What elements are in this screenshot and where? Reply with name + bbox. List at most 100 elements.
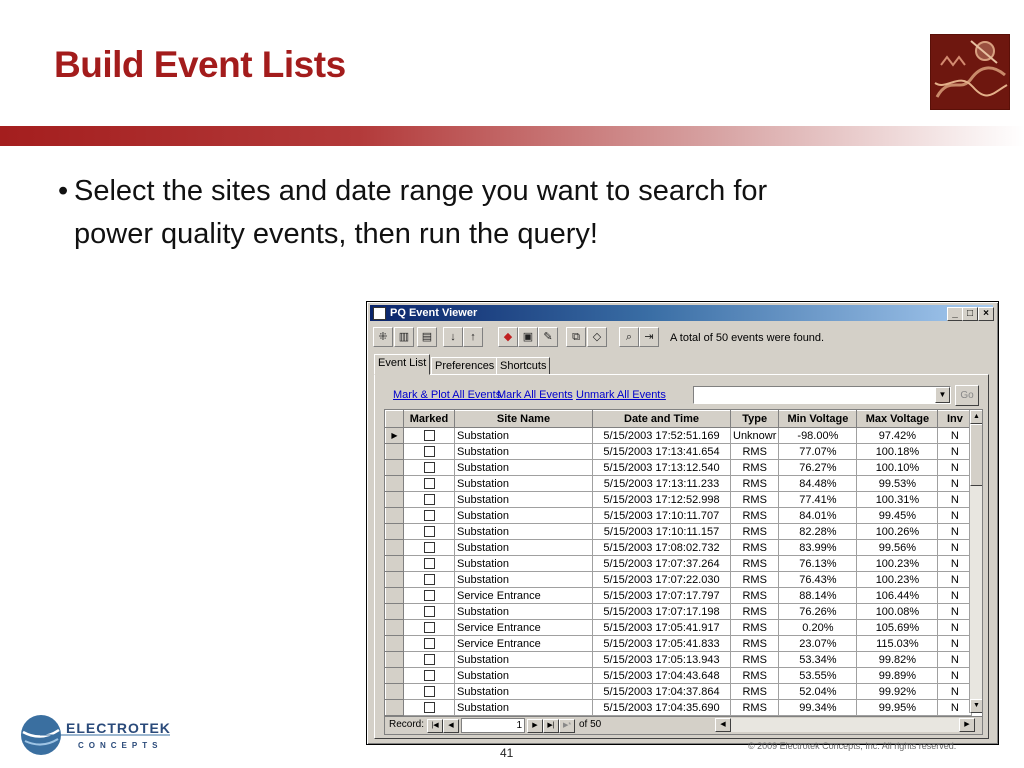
tab-shortcuts[interactable]: Shortcuts — [496, 357, 551, 375]
row-selector[interactable] — [385, 603, 404, 620]
column-header-marked[interactable]: Marked — [403, 410, 455, 428]
unmark-all-link[interactable]: Unmark All Events — [576, 389, 666, 401]
marked-checkbox[interactable] — [423, 654, 435, 666]
min-voltage-cell: 99.34% — [778, 699, 858, 716]
column-header-min-voltage[interactable]: Min Voltage — [778, 410, 858, 428]
row-selector[interactable] — [385, 587, 404, 604]
go-button[interactable]: Go — [955, 385, 979, 406]
table-row[interactable]: Substation 5/15/2003 17:10:11.707 RMS 84.01… — [385, 507, 973, 524]
marked-checkbox[interactable] — [423, 542, 435, 554]
row-selector[interactable] — [385, 683, 404, 700]
marked-checkbox[interactable] — [423, 478, 435, 490]
next-record-icon[interactable]: ▶ — [527, 719, 543, 733]
marked-checkbox[interactable] — [423, 462, 435, 474]
record-number-field[interactable]: 1 — [461, 718, 525, 733]
marked-checkbox[interactable] — [423, 494, 435, 506]
first-record-icon[interactable]: |◀ — [427, 719, 443, 733]
column-header-inv[interactable]: Inv — [937, 410, 973, 428]
table-row[interactable]: Substation 5/15/2003 17:12:52.998 RMS 77.41… — [385, 491, 973, 508]
marked-checkbox[interactable] — [423, 622, 435, 634]
marked-checkbox[interactable] — [423, 606, 435, 618]
marked-checkbox[interactable] — [423, 590, 435, 602]
mark-all-link[interactable]: Mark All Events — [497, 389, 573, 401]
row-selector[interactable] — [385, 699, 404, 716]
scroll-down-arrow-icon[interactable]: ▼ — [970, 699, 982, 713]
table-row[interactable]: Substation 5/15/2003 17:08:02.732 RMS 83.99… — [385, 539, 973, 556]
marked-checkbox[interactable] — [423, 526, 435, 538]
column-header-date-time[interactable]: Date and Time — [592, 410, 731, 428]
row-selector[interactable] — [385, 459, 404, 476]
row-selector[interactable] — [385, 507, 404, 524]
row-selector[interactable] — [385, 555, 404, 572]
row-selector[interactable] — [385, 523, 404, 540]
row-selector[interactable] — [385, 571, 404, 588]
column-header-type[interactable]: Type — [729, 410, 780, 428]
column-header-max-voltage[interactable]: Max Voltage — [856, 410, 939, 428]
tab-event-list[interactable]: Event List — [374, 354, 431, 375]
marked-checkbox[interactable] — [423, 558, 435, 570]
table-row[interactable]: Substation 5/15/2003 17:07:37.264 RMS 76.13… — [385, 555, 973, 572]
scroll-thumb[interactable] — [970, 424, 982, 486]
properties-icon[interactable]: ▤ — [417, 327, 437, 347]
table-row[interactable]: Substation 5/15/2003 17:04:37.864 RMS 52.04… — [385, 683, 973, 700]
marked-checkbox[interactable] — [423, 702, 435, 714]
chevron-down-icon[interactable]: ▼ — [935, 387, 950, 403]
export-icon[interactable]: ▣ — [518, 327, 538, 347]
event-filter-combo[interactable]: ▼ — [693, 386, 951, 404]
marked-checkbox[interactable] — [423, 446, 435, 458]
row-selector[interactable] — [385, 619, 404, 636]
maximize-button[interactable]: □ — [962, 307, 978, 321]
marked-checkbox[interactable] — [423, 430, 435, 442]
scroll-up-arrow-icon[interactable]: ▲ — [970, 410, 982, 424]
table-row[interactable]: Substation 5/15/2003 17:04:43.648 RMS 53.55… — [385, 667, 973, 684]
row-selector[interactable] — [385, 443, 404, 460]
row-selector[interactable] — [385, 475, 404, 492]
table-row[interactable]: Substation 5/15/2003 17:07:22.030 RMS 76.43… — [385, 571, 973, 588]
minimize-button[interactable]: _ — [947, 307, 963, 321]
row-selector[interactable] — [385, 667, 404, 684]
table-row[interactable]: Substation 5/15/2003 17:13:12.540 RMS 76.27… — [385, 459, 973, 476]
columns-icon[interactable]: ▥ — [394, 327, 414, 347]
row-selector[interactable] — [385, 491, 404, 508]
table-row[interactable]: Substation 5/15/2003 17:10:11.157 RMS 82.28… — [385, 523, 973, 540]
sort-descending-icon[interactable]: ↑ — [463, 327, 483, 347]
window-title-bar[interactable]: PQ Event Viewer _ □ × — [370, 305, 994, 321]
mark-and-plot-all-link[interactable]: Mark & Plot All Events — [393, 389, 501, 401]
row-selector[interactable] — [385, 651, 404, 668]
tab-preferences[interactable]: Preferences — [431, 357, 499, 375]
marker-icon[interactable]: ◇ — [587, 327, 607, 347]
close-button[interactable]: × — [978, 307, 994, 321]
find-binoculars-icon[interactable]: ⌕ — [619, 327, 639, 347]
scroll-left-arrow-icon[interactable]: ◀ — [715, 718, 731, 732]
vertical-scrollbar[interactable]: ▲ ▼ — [969, 410, 982, 713]
table-row[interactable]: Substation 5/15/2003 17:07:17.198 RMS 76.26… — [385, 603, 973, 620]
row-selector[interactable] — [385, 635, 404, 652]
table-row[interactable]: Substation 5/15/2003 17:05:13.943 RMS 53.34… — [385, 651, 973, 668]
table-row[interactable]: Substation 5/15/2003 17:04:35.690 RMS 99.34… — [385, 699, 973, 716]
copy-icon[interactable]: ⧉ — [566, 327, 586, 347]
previous-record-icon[interactable]: ◀ — [443, 719, 459, 733]
table-row[interactable]: Service Entrance 5/15/2003 17:05:41.917 RM… — [385, 619, 973, 636]
new-record-icon[interactable]: ▶* — [559, 719, 575, 733]
table-row[interactable]: ▶ Substation 5/15/2003 17:52:51.169 Unknowr… — [385, 427, 973, 444]
exit-door-icon[interactable]: ⇥ — [639, 327, 659, 347]
marked-checkbox[interactable] — [423, 638, 435, 650]
filter-icon[interactable]: ⁜ — [373, 327, 393, 347]
horizontal-scrollbar[interactable]: ◀ ▶ — [715, 718, 975, 732]
sort-ascending-icon[interactable]: ↓ — [443, 327, 463, 347]
edit-icon[interactable]: ✎ — [538, 327, 558, 347]
plot-icon[interactable]: ◆ — [498, 327, 518, 347]
column-header-site-name[interactable]: Site Name — [454, 410, 593, 428]
row-selector[interactable]: ▶ — [385, 427, 404, 444]
last-record-icon[interactable]: ▶| — [543, 719, 559, 733]
scroll-right-arrow-icon[interactable]: ▶ — [959, 718, 975, 732]
table-row[interactable]: Substation 5/15/2003 17:13:41.654 RMS 77.07… — [385, 443, 973, 460]
marked-checkbox[interactable] — [423, 510, 435, 522]
marked-checkbox[interactable] — [423, 670, 435, 682]
row-selector[interactable] — [385, 539, 404, 556]
table-row[interactable]: Service Entrance 5/15/2003 17:05:41.833 RM… — [385, 635, 973, 652]
table-row[interactable]: Service Entrance 5/15/2003 17:07:17.797 RM… — [385, 587, 973, 604]
marked-checkbox[interactable] — [423, 574, 435, 586]
marked-checkbox[interactable] — [423, 686, 435, 698]
table-row[interactable]: Substation 5/15/2003 17:13:11.233 RMS 84.48… — [385, 475, 973, 492]
